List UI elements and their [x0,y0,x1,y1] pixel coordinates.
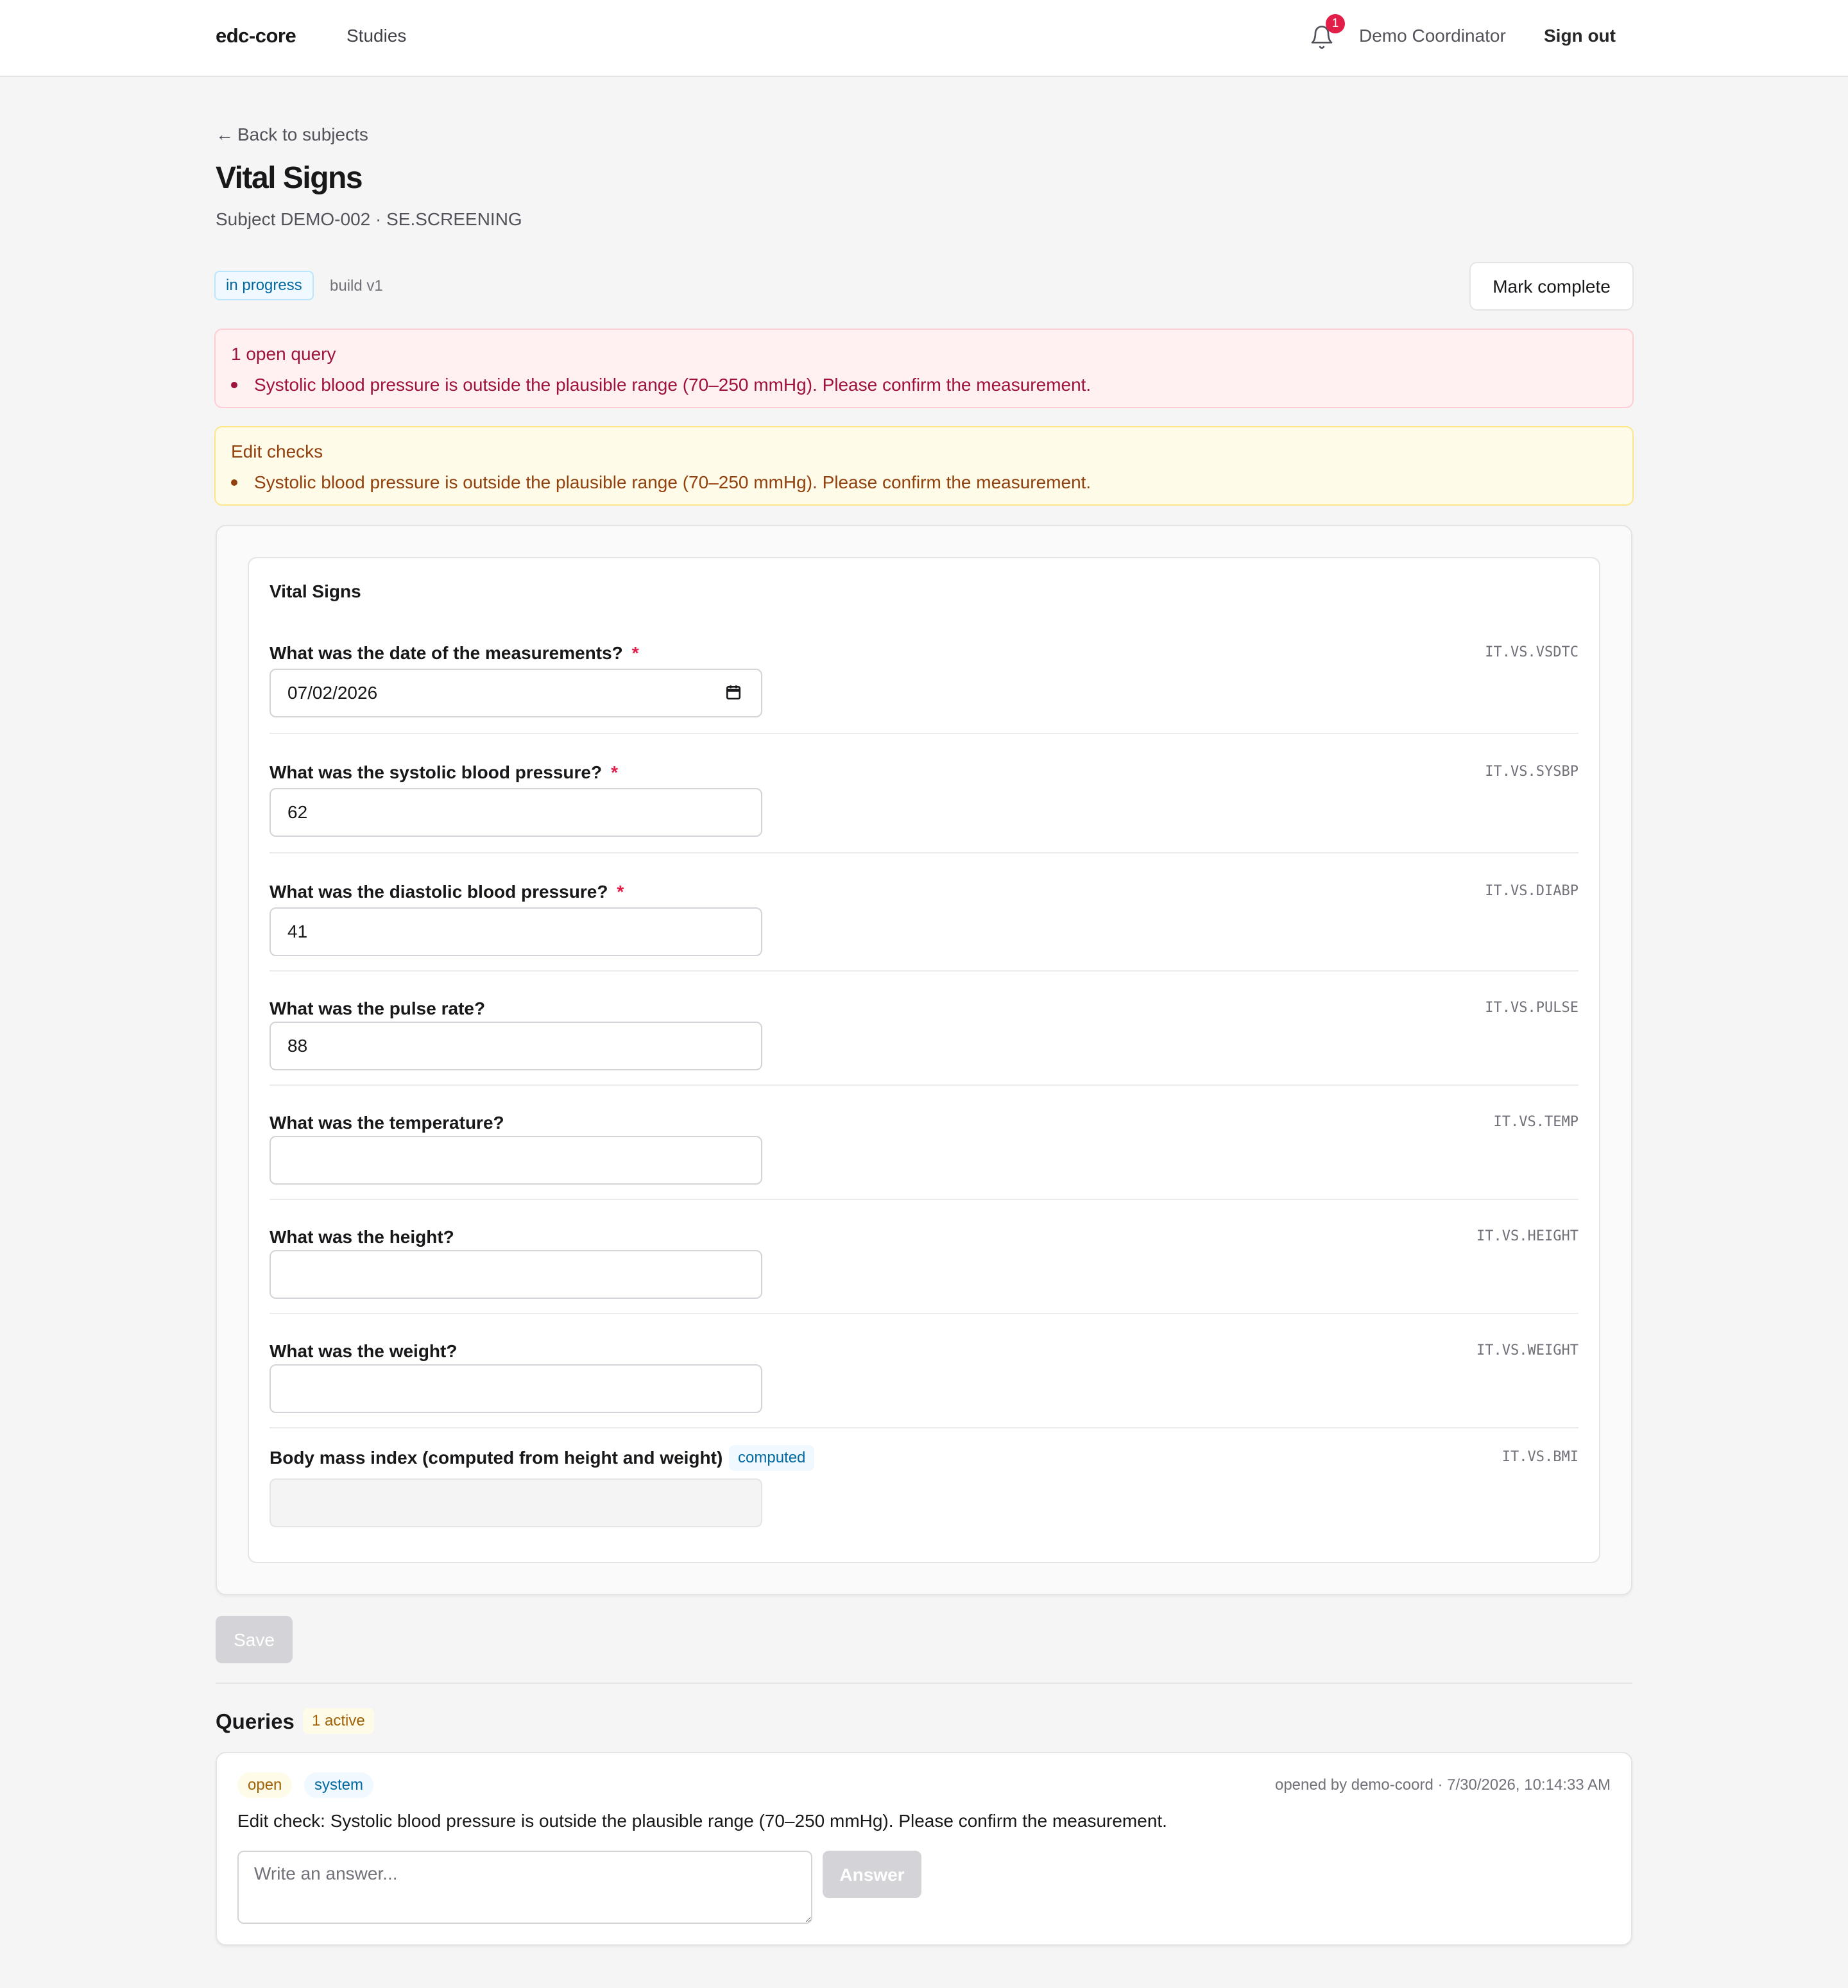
computed-badge: computed [729,1445,815,1471]
user-name: Demo Coordinator [1359,26,1506,46]
save-button[interactable]: Save [216,1616,293,1663]
item-code: IT.VS.VSDTC [1485,644,1579,660]
alert-title: Edit checks [231,441,323,461]
sign-out-button[interactable]: Sign out [1544,26,1616,46]
build-label: build v1 [330,277,383,295]
divider [270,1427,1579,1428]
bmi-input [270,1478,762,1527]
alert-item-text: Systolic blood pressure is outside the p… [254,472,1091,492]
question-label-diastolic: What was the diastolic blood pressure? * [270,882,624,902]
bullet [231,479,237,486]
top-navigation-bar: edc-core Studies 1 Demo Coordinator Sign… [0,0,1848,77]
label-text: What was the systolic blood pressure? [270,762,603,782]
diastolic-input[interactable]: 41 [270,907,762,956]
alert-title: 1 open query [231,344,336,364]
divider [216,1683,1632,1684]
brand-logo[interactable]: edc-core [216,24,296,47]
systolic-input[interactable]: 62 [270,788,762,837]
required-marker: * [611,762,619,782]
label-text: What was the date of the measurements? [270,643,623,663]
label-text: What was the diastolic blood pressure? [270,882,608,902]
weight-input[interactable] [270,1364,762,1413]
query-source-badge: system [304,1772,374,1798]
item-code: IT.VS.HEIGHT [1476,1228,1579,1244]
date-input[interactable]: 07/02/2026 [270,669,762,717]
section-title: Vital Signs [270,581,361,601]
question-label-systolic: What was the systolic blood pressure? * [270,762,618,783]
alert-item: Systolic blood pressure is outside the p… [231,472,1091,493]
required-marker: * [631,643,639,663]
mark-complete-button[interactable]: Mark complete [1469,262,1634,311]
nav-link-studies[interactable]: Studies [346,26,406,46]
query-meta: opened by demo-coord · 7/30/2026, 10:14:… [1274,1776,1611,1794]
query-text: Edit check: Systolic blood pressure is o… [237,1811,1167,1831]
divider [270,1313,1579,1314]
alert-item-text: Systolic blood pressure is outside the p… [254,375,1091,395]
back-to-subjects-link[interactable]: ← Back to subjects [216,124,368,145]
item-code: IT.VS.TEMP [1493,1114,1579,1130]
arrow-left-icon: ← [216,124,234,144]
item-code: IT.VS.DIABP [1485,883,1579,899]
required-marker: * [617,882,624,902]
question-label-date: What was the date of the measurements? * [270,643,639,664]
question-label-height: What was the height? [270,1227,454,1247]
bullet [231,381,237,388]
item-code: IT.VS.BMI [1502,1449,1579,1465]
height-input[interactable] [270,1250,762,1299]
divider [270,852,1579,853]
pulse-input[interactable]: 88 [270,1022,762,1070]
edit-checks-alert: Edit checks Systolic blood pressure is o… [214,426,1634,506]
question-label-weight: What was the weight? [270,1341,458,1361]
item-code: IT.VS.WEIGHT [1476,1342,1579,1358]
answer-input[interactable] [237,1851,812,1924]
page-title: Vital Signs [216,161,363,195]
status-badge: in progress [214,271,314,300]
query-status-badge: open [237,1772,293,1798]
temperature-input[interactable] [270,1136,762,1185]
divider [270,1084,1579,1086]
question-label-bmi: Body mass index (computed from height an… [270,1448,723,1468]
divider [270,970,1579,972]
active-count-badge: 1 active [303,1708,374,1734]
notification-count-badge: 1 [1326,14,1345,33]
open-query-alert: 1 open query Systolic blood pressure is … [214,329,1634,408]
back-link-label: Back to subjects [237,124,368,144]
divider [270,1199,1579,1200]
answer-button[interactable]: Answer [823,1851,921,1898]
calendar-icon[interactable] [725,684,742,701]
alert-item: Systolic blood pressure is outside the p… [231,375,1091,395]
queries-heading: Queries [216,1710,295,1733]
item-code: IT.VS.PULSE [1485,1000,1579,1016]
question-label-temperature: What was the temperature? [270,1113,504,1133]
divider [270,733,1579,734]
question-label-pulse: What was the pulse rate? [270,998,486,1018]
item-code: IT.VS.SYSBP [1485,764,1579,780]
page-subtitle: Subject DEMO-002 · SE.SCREENING [216,209,522,229]
